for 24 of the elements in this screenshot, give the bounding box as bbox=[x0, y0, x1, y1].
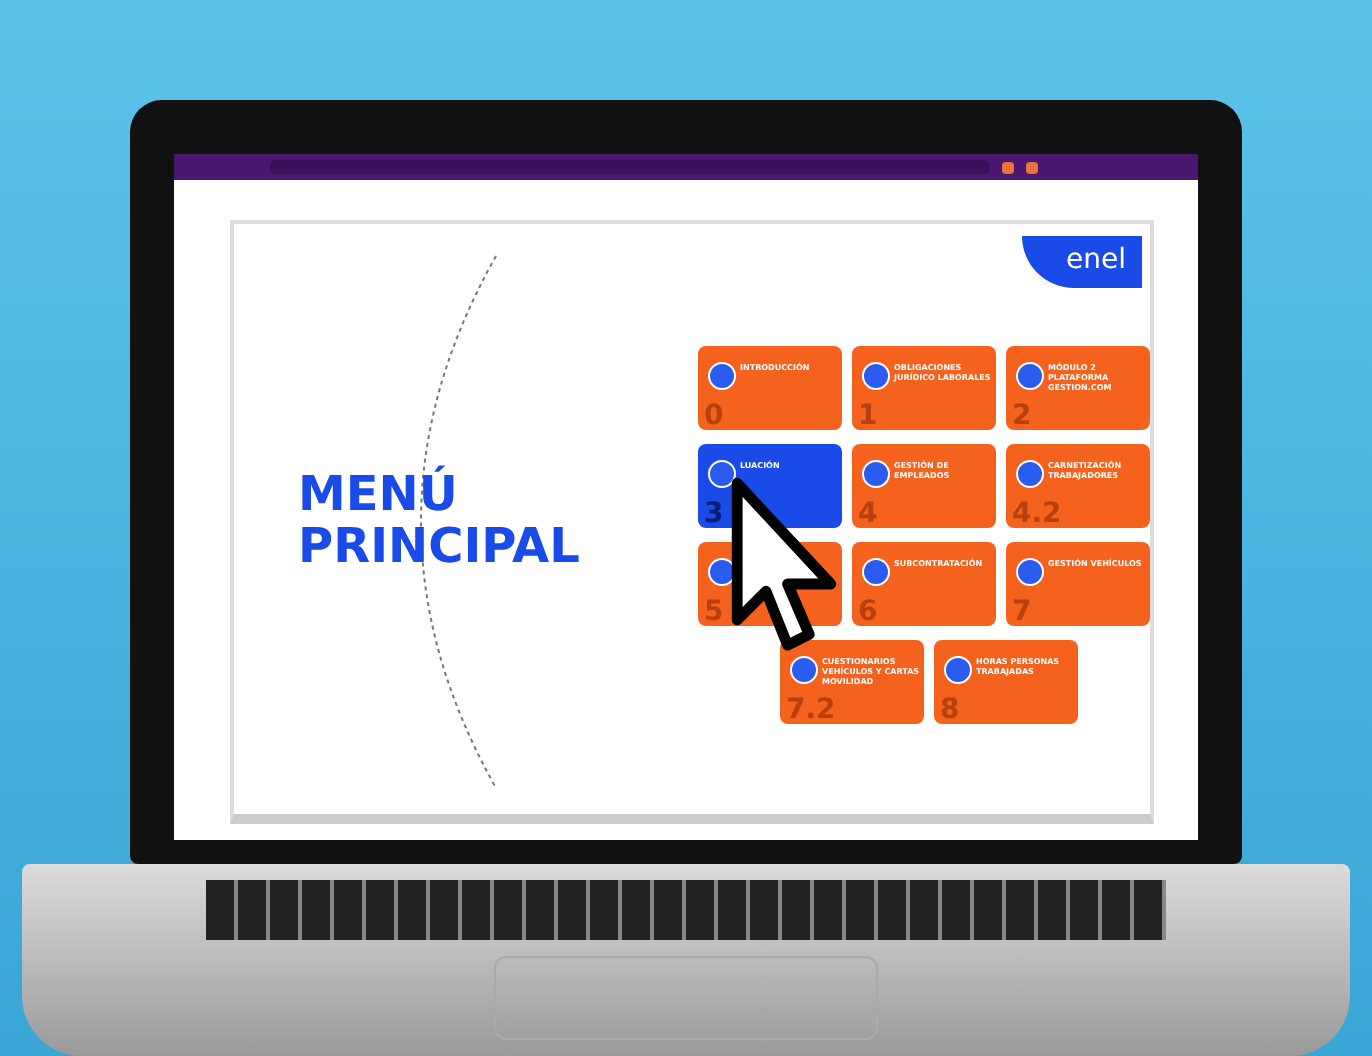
tile-number: 4 bbox=[858, 500, 878, 528]
module-icon bbox=[708, 460, 736, 488]
module-icon bbox=[862, 460, 890, 488]
slide-title: MENÚ PRINCIPAL bbox=[298, 467, 582, 571]
module-icon bbox=[1016, 558, 1044, 586]
tile-number: 8 bbox=[940, 696, 960, 724]
pointer-cursor-icon bbox=[726, 476, 842, 656]
module-icon bbox=[1016, 362, 1044, 390]
module-icon bbox=[790, 656, 818, 684]
module-icon bbox=[1016, 460, 1044, 488]
tile-number: 5 bbox=[704, 598, 724, 626]
module-icon bbox=[708, 362, 736, 390]
tile-number: 0 bbox=[704, 402, 724, 430]
module-icon bbox=[862, 558, 890, 586]
tile-number: 7.2 bbox=[786, 696, 836, 724]
tile-number: 3 bbox=[704, 500, 724, 528]
tile-number: 7 bbox=[1012, 598, 1032, 626]
logo: enel bbox=[1022, 236, 1142, 288]
module-icon bbox=[862, 362, 890, 390]
tile-number: 2 bbox=[1012, 402, 1032, 430]
module-icon bbox=[944, 656, 972, 684]
tile-number: 1 bbox=[858, 402, 878, 430]
tile-number: 4.2 bbox=[1012, 500, 1062, 528]
tile-number: 6 bbox=[858, 598, 878, 626]
